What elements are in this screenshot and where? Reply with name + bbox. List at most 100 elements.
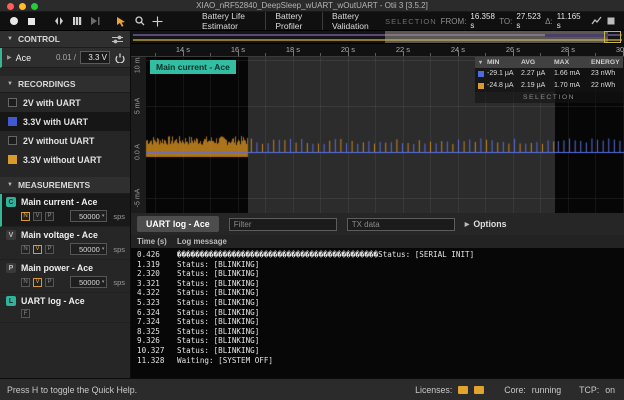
- y-tick-label: -5 mA: [135, 181, 142, 213]
- recording-checkbox[interactable]: [8, 155, 17, 164]
- log-time: 2.320: [131, 269, 177, 279]
- time-axis[interactable]: 14 s16 s18 s20 s22 s24 s26 s28 s30 s: [131, 44, 624, 57]
- log-row: 8.325Status: [BLINKING]: [131, 327, 624, 337]
- tab-battery-profiler[interactable]: Battery Profiler: [265, 12, 322, 30]
- selection-clear-icon[interactable]: [606, 16, 616, 27]
- tab-battery-life-estimator[interactable]: Battery Life Estimator: [193, 12, 265, 30]
- window-title: XIAO_nRF52840_DeepSleep_wUART_wOutUART -…: [0, 1, 624, 10]
- time-tick-mark: [595, 53, 596, 56]
- recording-row-33v-without-uart[interactable]: 3.3V without UART: [0, 150, 130, 169]
- mode-badge-n[interactable]: N: [21, 212, 30, 221]
- chart-title-chip[interactable]: Main current - Ace: [150, 60, 236, 74]
- stat-min: -24.8 µA: [486, 80, 520, 92]
- view-tools: [45, 16, 108, 27]
- measurement-item-main-voltage[interactable]: V Main voltage - Ace N V P 50000▾ sps: [0, 227, 130, 260]
- device-control-row[interactable]: ▶ Ace 0.01 /: [0, 48, 130, 68]
- otii-window: XIAO_nRF52840_DeepSleep_wUART_wOutUART -…: [0, 0, 624, 400]
- mode-badge-n[interactable]: N: [21, 245, 30, 254]
- recording-label: 3.3V with UART: [23, 117, 88, 127]
- log-time: 3.321: [131, 279, 177, 289]
- selection-readout: SELECTION FROM: 16.358 s TO: 27.523 s Δ:…: [385, 12, 624, 30]
- mode-badge-f[interactable]: F: [21, 309, 30, 318]
- mode-badge-p[interactable]: P: [45, 212, 54, 221]
- recording-checkbox[interactable]: [8, 136, 17, 145]
- measurements-section-header[interactable]: ▼ MEASUREMENTS: [0, 177, 130, 194]
- chart-panel: 14 s16 s18 s20 s22 s24 s26 s28 s30 s 10 …: [131, 31, 624, 378]
- sliders-icon[interactable]: [112, 34, 123, 45]
- measurement-item-uart-log[interactable]: L UART log - Ace F: [0, 293, 130, 323]
- log-message: Status: [BLINKING]: [177, 260, 624, 270]
- record-icon[interactable]: [8, 16, 19, 27]
- log-message: Status: [BLINKING]: [177, 346, 624, 356]
- overview-view-window[interactable]: [385, 31, 608, 43]
- recording-row-2v-with-uart[interactable]: 2V with UART: [0, 93, 130, 112]
- uart-log-tab[interactable]: UART log - Ace: [137, 216, 219, 232]
- stats-header-energy: ENERGY: [590, 57, 623, 68]
- license-badge[interactable]: [458, 386, 468, 394]
- collapse-icon: ▼: [7, 182, 13, 188]
- power-icon[interactable]: [114, 52, 125, 63]
- stats-collapse-icon[interactable]: ▾: [475, 57, 486, 68]
- uart-log-panel: UART log - Ace ▶ Options Time (s) Log me…: [131, 213, 624, 378]
- select-cursor-icon[interactable]: [116, 16, 127, 27]
- pan-icon[interactable]: [152, 16, 163, 27]
- stats-header-max: MAX: [553, 57, 590, 68]
- sample-rate-dropdown[interactable]: 50000▾: [70, 243, 107, 255]
- selection-chart-icon[interactable]: [591, 16, 602, 27]
- series-swatch-orange: [478, 83, 484, 89]
- recording-row-2v-without-uart[interactable]: 2V without UART: [0, 131, 130, 150]
- tab-battery-validation[interactable]: Battery Validation: [322, 12, 385, 30]
- sample-rate-dropdown[interactable]: 50000▾: [70, 210, 107, 222]
- zoom-icon[interactable]: [134, 16, 145, 27]
- mode-badge-v[interactable]: V: [33, 212, 42, 221]
- stat-max: 1.70 mA: [553, 80, 590, 92]
- time-tick-mark: [540, 53, 541, 56]
- control-section-header[interactable]: ▼ CONTROL: [0, 31, 130, 48]
- recording-row-33v-with-uart[interactable]: 3.3V with UART: [0, 112, 130, 131]
- log-message: Status: [BLINKING]: [177, 288, 624, 298]
- stop-icon[interactable]: [26, 16, 37, 27]
- y-tick-label: 0.0 A: [135, 135, 142, 169]
- log-row: 6.324Status: [BLINKING]: [131, 308, 624, 318]
- split-view-icon[interactable]: [53, 16, 64, 27]
- recording-checkbox[interactable]: [8, 98, 17, 107]
- measurement-item-main-power[interactable]: P Main power - Ace N V P 50000▾ sps: [0, 260, 130, 293]
- recordings-section-header[interactable]: ▼ RECORDINGS: [0, 76, 130, 93]
- control-header-label: CONTROL: [18, 34, 60, 44]
- expand-icon: ▶: [465, 221, 470, 228]
- collapse-icon: ▼: [7, 36, 13, 42]
- options-toggle[interactable]: ▶ Options: [465, 219, 507, 229]
- mode-badge-v[interactable]: V: [33, 245, 42, 254]
- log-row: 9.326Status: [BLINKING]: [131, 336, 624, 346]
- mode-badge-p[interactable]: P: [45, 278, 54, 287]
- collapse-icon: ▼: [7, 81, 13, 87]
- license-badge[interactable]: [474, 386, 484, 394]
- measurement-label: Main power - Ace: [21, 263, 93, 273]
- tx-data-input[interactable]: [347, 218, 455, 231]
- time-tick-mark: [265, 53, 266, 56]
- log-message: Status: [BLINKING]: [177, 336, 624, 346]
- measurement-item-main-current[interactable]: C Main current - Ace N V P 50000▾ sps: [0, 194, 130, 227]
- mode-badge-n[interactable]: N: [21, 278, 30, 287]
- time-tick-mark: [183, 51, 184, 56]
- log-list[interactable]: 0.426�����������������������������������…: [131, 248, 624, 378]
- time-tick-mark: [348, 51, 349, 56]
- sample-rate-dropdown[interactable]: 50000▾: [70, 276, 107, 288]
- core-status-value: running: [532, 385, 561, 395]
- chevron-down-icon: ▾: [102, 246, 105, 252]
- log-time: 6.324: [131, 308, 177, 318]
- log-column-headers: Time (s) Log message: [131, 235, 624, 248]
- recording-label: 2V with UART: [23, 98, 81, 108]
- recording-checkbox[interactable]: [8, 117, 17, 126]
- overview-strip[interactable]: [131, 31, 624, 44]
- filter-input[interactable]: [229, 218, 337, 231]
- play-to-end-icon[interactable]: [89, 16, 100, 27]
- current-plot[interactable]: 10 mA5 mA0.0 A-5 mA Main current - Ace ▾…: [131, 57, 624, 213]
- mode-badge-v[interactable]: V: [33, 278, 42, 287]
- sidebar: ▼ CONTROL ▶ Ace 0.01 / ▼ RECORDINGS 2V w…: [0, 31, 131, 378]
- mode-badge-p[interactable]: P: [45, 245, 54, 254]
- overview-selection-box[interactable]: [604, 31, 621, 43]
- log-message: Status: [BLINKING]: [177, 279, 624, 289]
- column-view-icon[interactable]: [71, 16, 82, 27]
- voltage-input[interactable]: [80, 51, 110, 64]
